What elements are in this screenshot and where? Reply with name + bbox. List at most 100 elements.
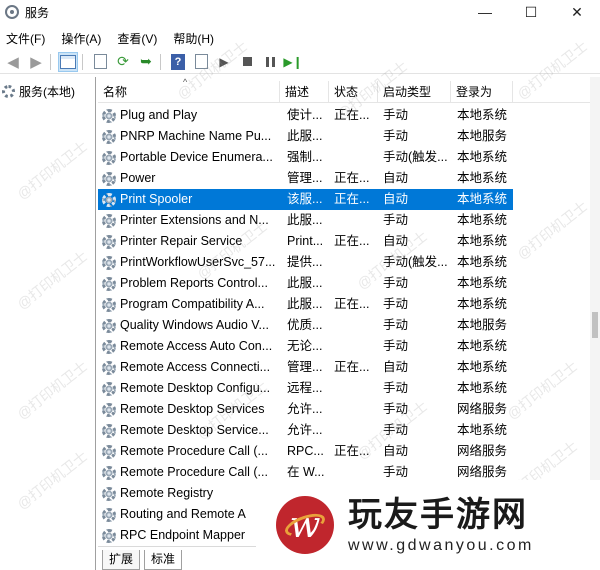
- forward-arrow-icon[interactable]: ▶: [26, 52, 46, 72]
- service-description: 远程...: [287, 381, 323, 395]
- service-status: [329, 273, 378, 294]
- table-row[interactable]: Remote Desktop Service... 允许... 手动 本地系统: [98, 420, 600, 441]
- stop-service-icon[interactable]: [237, 52, 257, 72]
- table-row[interactable]: Remote Desktop Configu... 远程... 手动 本地系统: [98, 378, 600, 399]
- console-tree-icon[interactable]: [58, 51, 78, 72]
- toolbar-separator: [50, 53, 51, 70]
- table-row[interactable]: Printer Extensions and N... 此服... 手动 本地系统: [98, 210, 600, 231]
- tree-item-services-local[interactable]: 服务(本地): [2, 83, 75, 100]
- list-header: 名称 ^ 描述 状态 启动类型 登录为: [98, 77, 600, 103]
- table-row[interactable]: Problem Reports Control... 此服... 手动 本地系统: [98, 273, 600, 294]
- menu-action[interactable]: 操作(A): [61, 30, 101, 47]
- export-icon[interactable]: ➥: [136, 52, 156, 72]
- vertical-scrollbar[interactable]: [590, 77, 600, 547]
- service-logon-as: 本地系统: [457, 171, 508, 185]
- service-gear-icon: [102, 507, 116, 522]
- service-name-cell: Remote Desktop Configu...: [98, 378, 280, 399]
- column-header-status[interactable]: 状态: [329, 81, 378, 103]
- service-startup-type: 手动: [383, 276, 409, 290]
- service-name: PrintWorkflowUserSvc_57...: [120, 255, 276, 269]
- service-description: 提供...: [287, 255, 323, 269]
- table-row[interactable]: Program Compatibility A... 此服... 正在... 手动 本地…: [98, 294, 600, 315]
- service-status: [329, 252, 378, 273]
- service-name-cell: Print Spooler: [98, 189, 280, 210]
- service-logon-as: 本地系统: [451, 189, 513, 210]
- service-name: Remote Desktop Services: [120, 402, 265, 416]
- table-row[interactable]: Print Spooler 该服... 正在... 自动 本地系统: [98, 189, 600, 210]
- minimize-button[interactable]: —: [462, 0, 508, 24]
- service-startup-type: 手动: [383, 402, 409, 416]
- service-description: 管理...: [287, 171, 323, 185]
- table-row[interactable]: Quality Windows Audio V... 优质... 手动 本地服务: [98, 315, 600, 336]
- service-description: 优质...: [287, 318, 323, 332]
- service-status: [329, 420, 378, 441]
- service-name-cell: Remote Access Connecti...: [98, 357, 280, 378]
- table-row[interactable]: Printer Repair Service Print... 正在... 自动 本地系…: [98, 231, 600, 252]
- service-logon-as: 本地系统: [457, 108, 508, 122]
- refresh-icon[interactable]: ⟳: [113, 52, 133, 72]
- pause-service-icon[interactable]: [260, 52, 280, 72]
- column-header-name[interactable]: 名称 ^: [98, 77, 280, 103]
- services-gear-icon: [5, 5, 19, 19]
- table-row[interactable]: Remote Access Auto Con... 无论... 手动 本地系统: [98, 336, 600, 357]
- service-startup-type: 自动: [383, 444, 409, 458]
- service-logon-as: 本地服务: [457, 318, 508, 332]
- service-logon-as: 本地系统: [457, 339, 508, 353]
- tab-extended[interactable]: 扩展: [102, 550, 141, 570]
- table-row[interactable]: PrintWorkflowUserSvc_57... 提供... 手动(触发... 本…: [98, 252, 600, 273]
- service-name-cell: PrintWorkflowUserSvc_57...: [98, 252, 280, 273]
- service-gear-icon: [102, 444, 116, 459]
- table-row[interactable]: Remote Desktop Services 允许... 手动 网络服务: [98, 399, 600, 420]
- service-status: 正在...: [334, 444, 370, 458]
- gear-icon: [2, 85, 15, 98]
- service-description: 使计...: [287, 108, 323, 122]
- service-name-cell: Remote Desktop Service...: [98, 420, 280, 441]
- column-header-logon-as[interactable]: 登录为: [451, 81, 513, 103]
- table-row[interactable]: Remote Procedure Call (... RPC... 正在... 自动 网…: [98, 441, 600, 462]
- table-row[interactable]: Remote Access Connecti... 管理... 正在... 自动 本地系…: [98, 357, 600, 378]
- service-logon-as: 本地系统: [457, 297, 508, 311]
- service-description: 此服...: [287, 276, 323, 290]
- resume-service-icon[interactable]: ▶❙: [283, 52, 303, 72]
- service-description: RPC...: [287, 444, 324, 458]
- menu-help[interactable]: 帮助(H): [173, 30, 214, 47]
- service-gear-icon: [102, 528, 116, 543]
- service-logon-as: 本地系统: [457, 381, 508, 395]
- service-name-cell: Remote Procedure Call (...: [98, 441, 280, 462]
- service-gear-icon: [102, 339, 116, 354]
- service-name: Remote Procedure Call (...: [120, 465, 268, 479]
- service-gear-icon: [102, 402, 116, 417]
- service-startup-type: 手动: [383, 339, 409, 353]
- table-row[interactable]: PNRP Machine Name Pu... 此服... 手动 本地服务: [98, 126, 600, 147]
- help-icon[interactable]: ?: [168, 52, 188, 72]
- toolbar-separator: [160, 53, 161, 70]
- scrollbar-thumb[interactable]: [592, 312, 598, 338]
- menu-file[interactable]: 文件(F): [6, 30, 45, 47]
- service-name-cell: Plug and Play: [98, 105, 280, 126]
- menu-view[interactable]: 查看(V): [117, 30, 157, 47]
- service-status: [329, 378, 378, 399]
- service-name: Remote Desktop Service...: [120, 423, 269, 437]
- properties-icon[interactable]: [90, 52, 110, 72]
- service-logon-as: 本地系统: [457, 150, 508, 164]
- service-startup-type: 手动: [383, 129, 409, 143]
- show-hide-icon[interactable]: [191, 52, 211, 72]
- service-name: Remote Desktop Configu...: [120, 381, 271, 395]
- maximize-button[interactable]: ☐: [508, 0, 554, 24]
- table-row[interactable]: Power 管理... 正在... 自动 本地系统: [98, 168, 600, 189]
- back-arrow-icon[interactable]: ◀: [3, 52, 23, 72]
- table-row[interactable]: Portable Device Enumera... 强制... 手动(触发... 本…: [98, 147, 600, 168]
- close-button[interactable]: ✕: [554, 0, 600, 24]
- toolbar: ◀ ▶ ⟳ ➥ ? ▶ ▶❙: [0, 50, 600, 74]
- table-row[interactable]: Plug and Play 使计... 正在... 手动 本地系统: [98, 105, 600, 126]
- column-header-startup-type[interactable]: 启动类型: [378, 81, 451, 103]
- service-gear-icon: [102, 192, 116, 207]
- tab-standard[interactable]: 标准: [144, 550, 183, 570]
- column-header-description[interactable]: 描述: [280, 81, 329, 103]
- service-description: 允许...: [287, 423, 323, 437]
- site-logo-overlay: w 玩友手游网 www.gdwanyou.com: [256, 480, 600, 570]
- window-title: 服务: [25, 5, 50, 20]
- service-startup-type: 自动: [383, 171, 409, 185]
- start-service-icon[interactable]: ▶: [214, 52, 234, 72]
- service-logon-as: 本地系统: [457, 360, 508, 374]
